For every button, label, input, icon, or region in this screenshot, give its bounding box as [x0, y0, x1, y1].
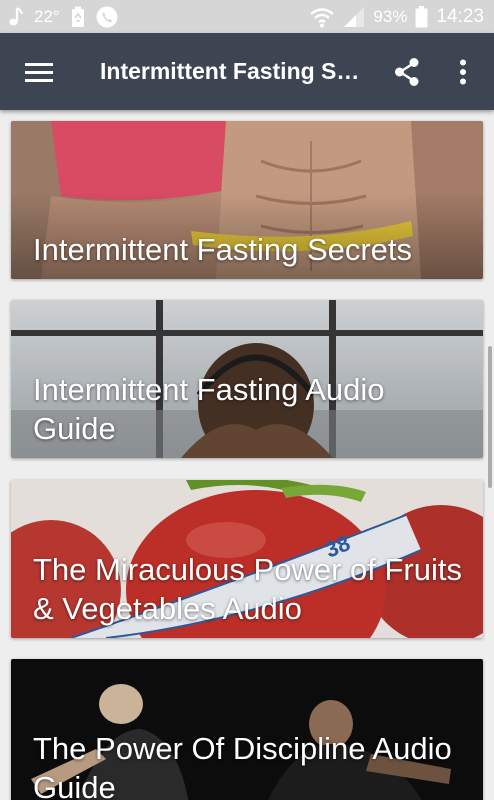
share-icon — [395, 58, 419, 86]
card-fruits-vegetables-audio[interactable]: 38 The Miraculous Power of Fruits & Vege… — [11, 480, 483, 638]
battery-percent-text: 93% — [373, 6, 408, 26]
app-title: Intermittent Fasting Secrets — [100, 58, 362, 84]
battery-icon — [415, 5, 428, 27]
status-left: 22° — [8, 6, 128, 28]
clock-text: 14:23 — [436, 5, 484, 27]
phone-icon — [96, 6, 118, 27]
card-power-of-discipline[interactable]: The Power Of Discipline Audio Guide — [11, 659, 483, 800]
status-right: 93% 14:23 — [301, 5, 484, 28]
menu-icon — [25, 62, 53, 82]
share-button[interactable] — [390, 53, 424, 91]
menu-button[interactable] — [20, 52, 58, 92]
temperature-text: 22° — [34, 6, 60, 26]
more-vert-icon — [460, 59, 466, 85]
scrollbar[interactable] — [488, 346, 492, 488]
card-title: Intermittent Fasting Secrets — [33, 232, 413, 267]
app-bar: Intermittent Fasting Secrets — [0, 33, 494, 110]
music-note-icon — [9, 6, 23, 25]
status-bar: 22° 93% 14:23 — [0, 0, 494, 33]
card-intermittent-fasting-audio-guide[interactable]: Intermittent Fasting Audio Guide — [11, 300, 483, 458]
card-title: The Miraculous Power of Fruits & Vegetab… — [33, 552, 462, 626]
more-options-button[interactable] — [450, 53, 476, 91]
card-list[interactable]: Intermittent Fasting Secrets Intermitten… — [0, 110, 494, 800]
card-title: The Power Of Discipline Audio Guide — [33, 731, 452, 800]
wifi-icon — [310, 7, 335, 27]
card-intermittent-fasting-secrets[interactable]: Intermittent Fasting Secrets — [11, 121, 483, 279]
signal-icon — [344, 6, 365, 27]
card-title: Intermittent Fasting Audio Guide — [33, 372, 385, 446]
recycle-icon — [71, 6, 84, 27]
